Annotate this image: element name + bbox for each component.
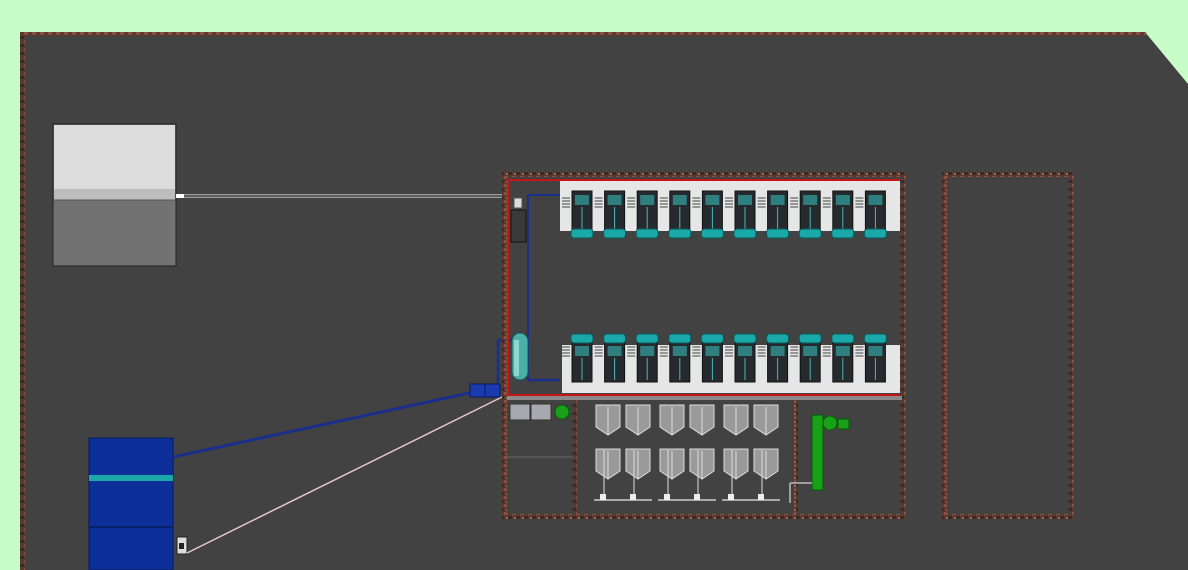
pump-units	[469, 383, 501, 398]
outer-wall-left	[20, 32, 25, 570]
plant-layout-diagram	[20, 32, 1188, 570]
storage-tank-blue	[88, 437, 188, 570]
control-boxes	[509, 403, 570, 421]
transfer-pipe-grey	[176, 194, 505, 198]
storage-tank-grey	[52, 123, 177, 267]
outer-wall-top	[20, 32, 1146, 36]
pressure-vessel	[511, 332, 529, 381]
filter-housing	[510, 209, 527, 243]
filter-cap	[513, 197, 523, 209]
